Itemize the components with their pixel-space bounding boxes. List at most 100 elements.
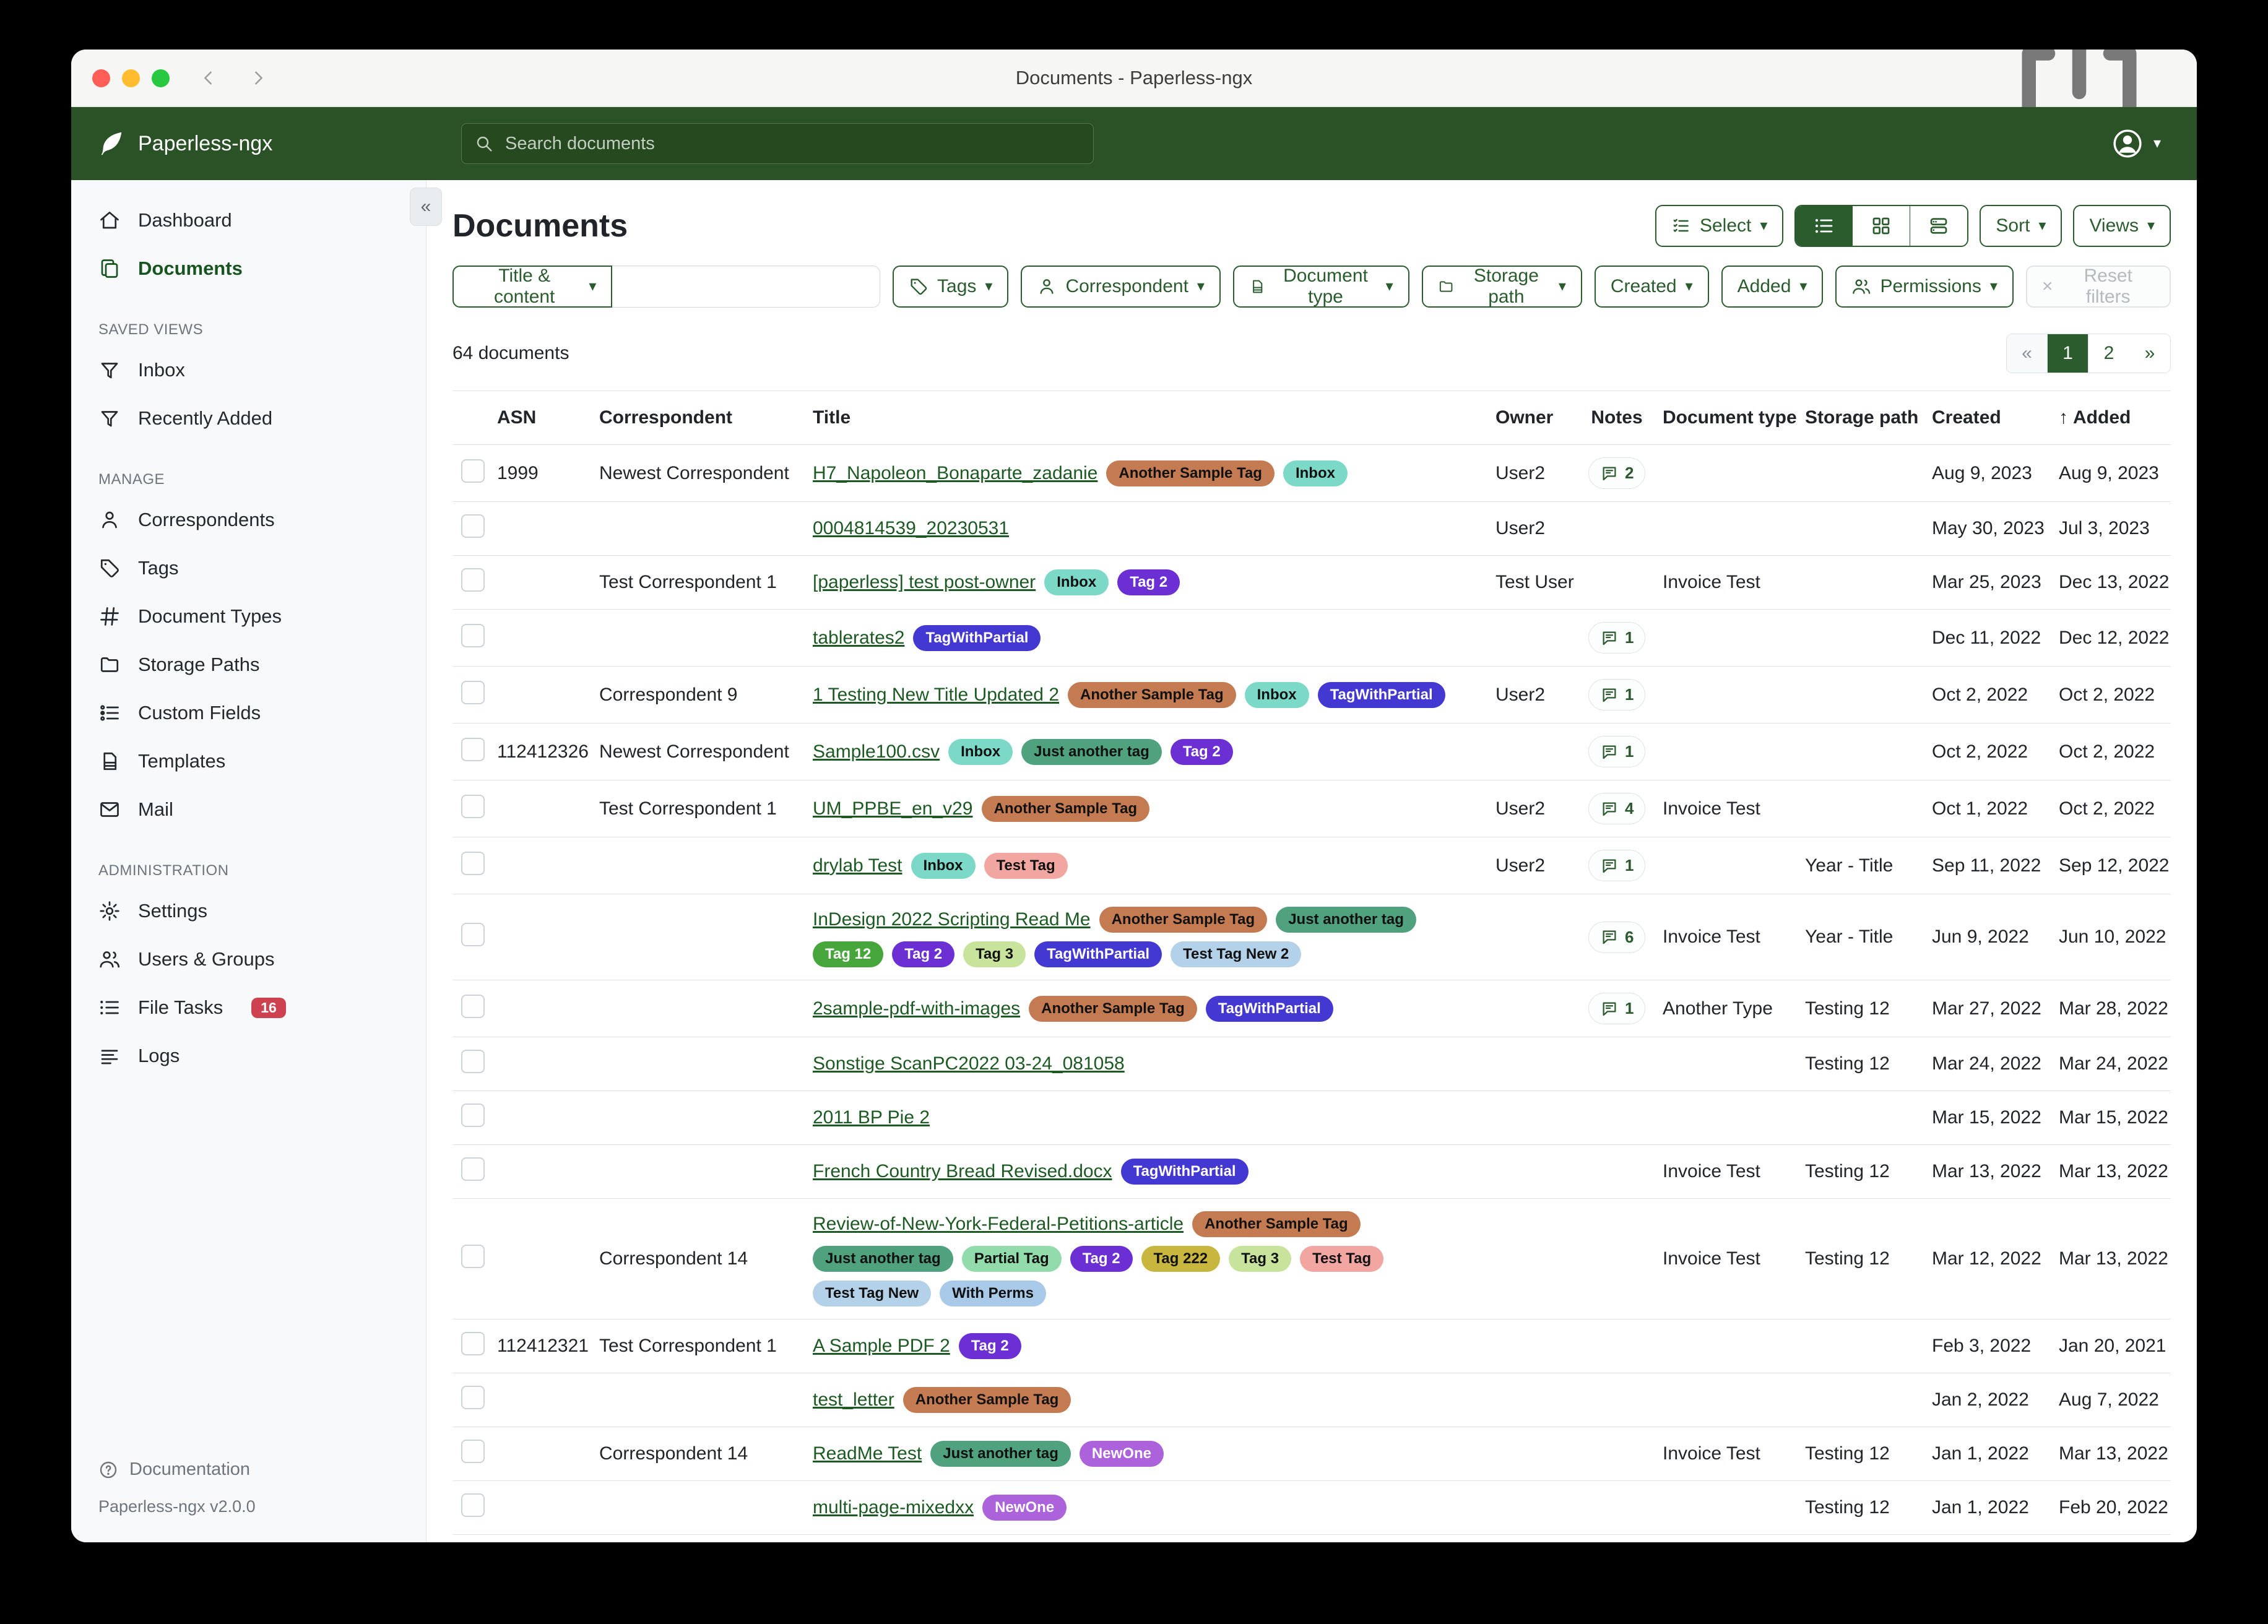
filter-storage-path-button[interactable]: Storage path▾ bbox=[1422, 266, 1582, 308]
tag-pill[interactable]: Just another tag bbox=[1021, 739, 1162, 765]
back-icon[interactable] bbox=[198, 67, 219, 89]
header-document-type[interactable]: Document type bbox=[1654, 391, 1796, 445]
pagination-page-2[interactable]: 2 bbox=[2088, 334, 2129, 373]
tag-pill[interactable]: Tag 2 bbox=[1117, 569, 1180, 595]
sort-button[interactable]: Sort▾ bbox=[1980, 205, 2062, 247]
forward-icon[interactable] bbox=[248, 67, 269, 89]
tag-pill[interactable]: NewOne bbox=[1080, 1441, 1164, 1467]
account-menu[interactable]: ▾ bbox=[2111, 127, 2197, 160]
tag-pill[interactable]: Inbox bbox=[911, 853, 976, 879]
detail-view-button[interactable] bbox=[1910, 206, 1967, 246]
tag-pill[interactable]: Tag 2 bbox=[1070, 1246, 1133, 1272]
list-view-button[interactable] bbox=[1796, 206, 1853, 246]
pagination-page-1[interactable]: 1 bbox=[2048, 334, 2088, 373]
document-link[interactable]: multi-page-mixedxx bbox=[813, 1497, 974, 1518]
document-link[interactable]: French Country Bread Revised.docx bbox=[813, 1161, 1112, 1182]
row-checkbox[interactable] bbox=[461, 1493, 485, 1517]
document-link[interactable]: H7_Napoleon_Bonaparte_zadanie bbox=[813, 463, 1097, 484]
filter-added-button[interactable]: Added▾ bbox=[1721, 266, 1824, 308]
header-added[interactable]: ↑Added bbox=[2050, 391, 2171, 445]
tag-pill[interactable]: TagWithPartial bbox=[913, 625, 1041, 651]
sidebar-item-custom-fields[interactable]: Custom Fields bbox=[71, 689, 426, 737]
document-link[interactable]: Review-of-New-York-Federal-Petitions-art… bbox=[813, 1214, 1184, 1235]
sidebar-item-settings[interactable]: Settings bbox=[71, 887, 426, 935]
title-content-dropdown[interactable]: Title & content▾ bbox=[452, 266, 612, 308]
header-storage-path[interactable]: Storage path bbox=[1796, 391, 1923, 445]
tag-pill[interactable]: Just another tag bbox=[1276, 907, 1416, 933]
tag-pill[interactable]: TagWithPartial bbox=[1206, 996, 1333, 1022]
document-link[interactable]: ReadMe Test bbox=[813, 1443, 922, 1464]
sidebar-item-recently-added[interactable]: Recently Added bbox=[71, 394, 426, 443]
row-checkbox[interactable] bbox=[461, 795, 485, 818]
document-link[interactable]: A Sample PDF 2 bbox=[813, 1336, 950, 1357]
tag-pill[interactable]: Another Sample Tag bbox=[1192, 1211, 1361, 1237]
document-link[interactable]: 2011 BP Pie 2 bbox=[813, 1107, 930, 1128]
tag-pill[interactable]: Another Sample Tag bbox=[1106, 460, 1275, 486]
row-checkbox[interactable] bbox=[461, 995, 485, 1018]
documentation-link[interactable]: Documentation bbox=[98, 1459, 426, 1480]
pagination-prev[interactable]: « bbox=[2007, 334, 2048, 373]
zoom-window-button[interactable] bbox=[152, 69, 170, 87]
tag-pill[interactable]: Tag 12 bbox=[813, 941, 883, 967]
tag-pill[interactable]: Just another tag bbox=[813, 1246, 953, 1272]
filter-correspondent-button[interactable]: Correspondent▾ bbox=[1021, 266, 1221, 308]
row-checkbox[interactable] bbox=[461, 1440, 485, 1463]
document-link[interactable]: [paperless] test post-owner bbox=[813, 572, 1036, 593]
sidebar-item-templates[interactable]: Templates bbox=[71, 737, 426, 785]
notes-button[interactable]: 1 bbox=[1588, 850, 1645, 881]
tag-pill[interactable]: Inbox bbox=[1283, 460, 1348, 486]
tag-pill[interactable]: Tag 2 bbox=[892, 941, 954, 967]
sidebar-item-users-groups[interactable]: Users & Groups bbox=[71, 935, 426, 983]
sidebar-item-dashboard[interactable]: Dashboard bbox=[71, 196, 426, 244]
row-checkbox[interactable] bbox=[461, 852, 485, 875]
row-checkbox[interactable] bbox=[461, 514, 485, 538]
tag-pill[interactable]: Another Sample Tag bbox=[1099, 907, 1268, 933]
minimize-window-button[interactable] bbox=[122, 69, 140, 87]
tag-pill[interactable]: Tag 222 bbox=[1141, 1246, 1221, 1272]
filter-tags-button[interactable]: Tags▾ bbox=[893, 266, 1008, 308]
header-title[interactable]: Title bbox=[804, 391, 1487, 445]
tag-pill[interactable]: Another Sample Tag bbox=[903, 1387, 1071, 1413]
views-button[interactable]: Views▾ bbox=[2073, 205, 2171, 247]
tag-pill[interactable]: Test Tag New bbox=[813, 1281, 931, 1307]
tag-pill[interactable]: Inbox bbox=[1245, 682, 1309, 708]
sidebar-collapse-button[interactable]: « bbox=[410, 188, 442, 226]
row-checkbox[interactable] bbox=[461, 1332, 485, 1355]
document-link[interactable]: test_letter bbox=[813, 1389, 894, 1410]
notes-button[interactable]: 2 bbox=[1588, 457, 1645, 489]
sidebar-item-storage-paths[interactable]: Storage Paths bbox=[71, 641, 426, 689]
tag-pill[interactable]: Test Tag New 2 bbox=[1171, 941, 1301, 967]
row-checkbox[interactable] bbox=[461, 923, 485, 946]
notes-button[interactable]: 6 bbox=[1588, 922, 1645, 953]
row-checkbox[interactable] bbox=[461, 568, 485, 592]
sidebar-item-inbox[interactable]: Inbox bbox=[71, 346, 426, 394]
tag-pill[interactable]: Another Sample Tag bbox=[982, 796, 1150, 822]
sidebar-item-tags[interactable]: Tags bbox=[71, 544, 426, 592]
header-correspondent[interactable]: Correspondent bbox=[591, 391, 804, 445]
row-checkbox[interactable] bbox=[461, 459, 485, 483]
filter-document-type-button[interactable]: Document type▾ bbox=[1233, 266, 1409, 308]
select-button[interactable]: Select▾ bbox=[1655, 205, 1783, 247]
row-checkbox[interactable] bbox=[461, 1245, 485, 1268]
document-link[interactable]: Sonstige ScanPC2022 03-24_081058 bbox=[813, 1053, 1125, 1074]
document-link[interactable]: UM_PPBE_en_v29 bbox=[813, 798, 973, 819]
tag-pill[interactable]: With Perms bbox=[940, 1281, 1046, 1307]
notes-button[interactable]: 1 bbox=[1588, 736, 1645, 767]
reset-filters-button[interactable]: × Reset filters bbox=[2026, 266, 2171, 308]
tag-pill[interactable]: TagWithPartial bbox=[1318, 682, 1445, 708]
document-link[interactable]: 2sample-pdf-with-images bbox=[813, 998, 1020, 1019]
document-link[interactable]: drylab Test bbox=[813, 855, 902, 876]
tag-pill[interactable]: Tag 3 bbox=[1229, 1246, 1291, 1272]
sidebar-item-mail[interactable]: Mail bbox=[71, 785, 426, 834]
tag-pill[interactable]: Just another tag bbox=[930, 1441, 1071, 1467]
tag-pill[interactable]: Inbox bbox=[948, 739, 1013, 765]
sidebar-item-document-types[interactable]: Document Types bbox=[71, 592, 426, 641]
tag-pill[interactable]: Tag 3 bbox=[963, 941, 1026, 967]
tag-pill[interactable]: Another Sample Tag bbox=[1068, 682, 1236, 708]
tag-pill[interactable]: Test Tag bbox=[984, 853, 1068, 879]
tag-pill[interactable]: TagWithPartial bbox=[1121, 1159, 1249, 1185]
row-checkbox[interactable] bbox=[461, 1050, 485, 1073]
tag-pill[interactable]: TagWithPartial bbox=[1034, 941, 1162, 967]
sidebar-item-documents[interactable]: Documents bbox=[71, 244, 426, 293]
tag-pill[interactable]: Tag 2 bbox=[959, 1333, 1021, 1359]
